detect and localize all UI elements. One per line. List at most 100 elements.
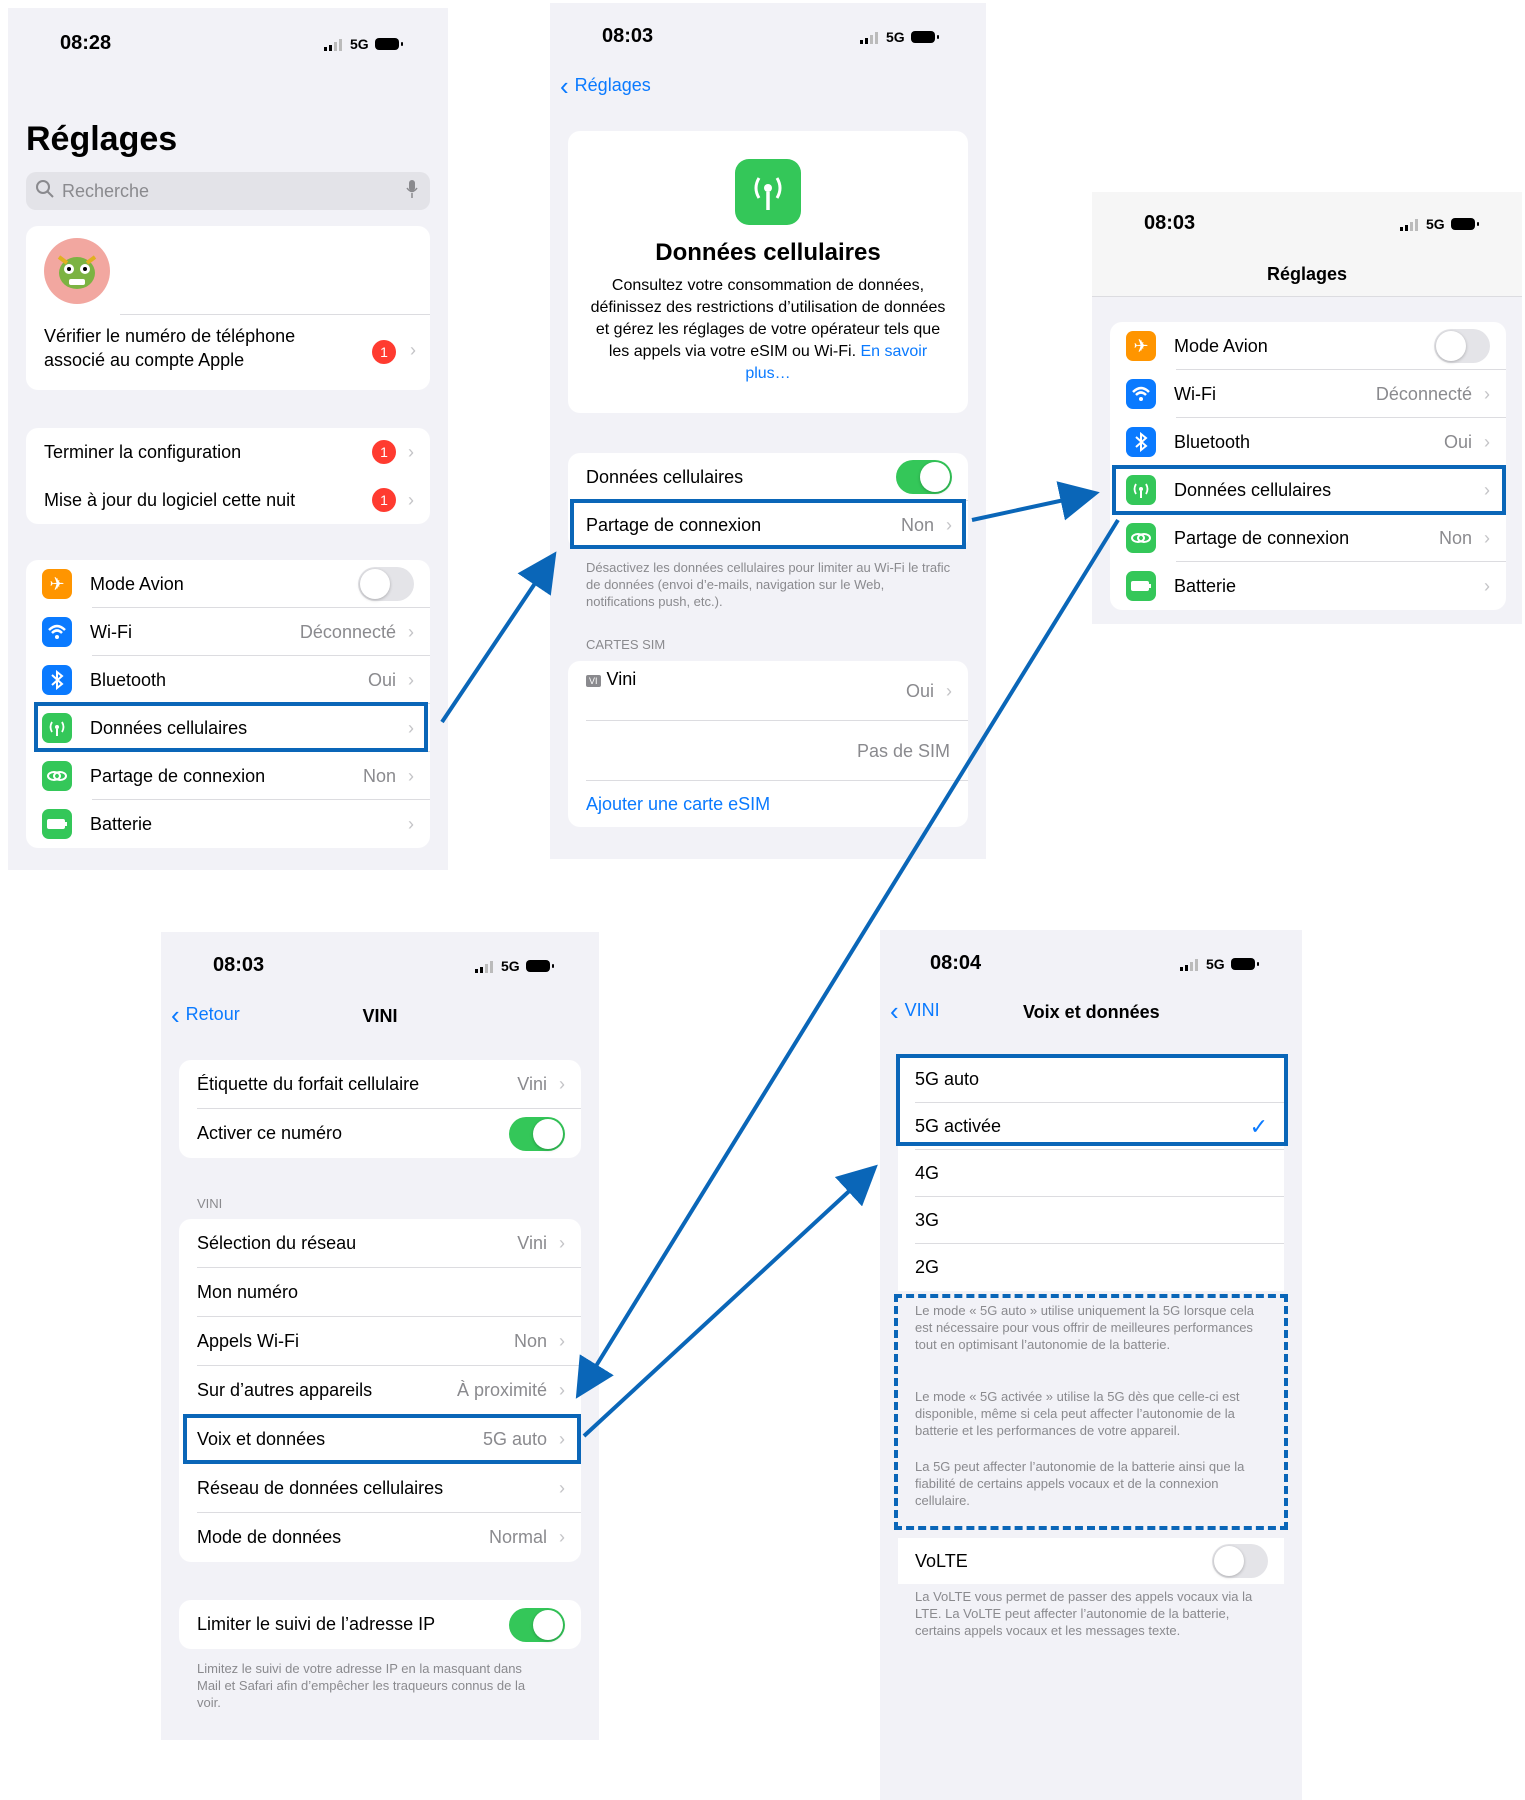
- back-label: Réglages: [574, 75, 651, 95]
- chevron-right-icon: ›: [559, 1478, 565, 1498]
- search-field[interactable]: Recherche: [26, 172, 430, 210]
- page-title: Réglages: [26, 120, 178, 158]
- settings-row-hotspot[interactable]: Partage de connexion Non ›: [26, 752, 430, 800]
- battery-status-icon: [374, 38, 403, 50]
- battery-icon: [42, 809, 72, 839]
- data-mode-row[interactable]: Mode de données Normal ›: [179, 1513, 581, 1562]
- volte-label: VoLTE: [915, 1550, 968, 1571]
- chevron-right-icon: ›: [1484, 527, 1490, 548]
- wifi-icon: [42, 617, 72, 647]
- settings-row-label: Wi-Fi: [1174, 383, 1216, 404]
- add-esim-row[interactable]: Ajouter une carte eSIM: [568, 781, 968, 827]
- update-row[interactable]: Mise à jour du logiciel cette nuit 1 ›: [26, 476, 430, 524]
- battery-status-icon: [910, 31, 939, 43]
- settings-row-battery[interactable]: Batterie ›: [26, 800, 430, 848]
- chevron-right-icon: ›: [408, 441, 414, 462]
- sim-row[interactable]: VI Vini Oui ›: [568, 661, 968, 721]
- other-devices-row[interactable]: Sur d’autres appareils À proximité ›: [179, 1366, 581, 1415]
- avatar: [44, 238, 110, 304]
- activate-toggle[interactable]: [509, 1116, 565, 1151]
- activate-row: Activer ce numéro: [179, 1109, 581, 1158]
- account-notice: Vérifier le numéro de téléphone associé …: [44, 326, 296, 370]
- chevron-right-icon: ›: [408, 621, 414, 642]
- settings-row-value: Oui: [1443, 431, 1472, 452]
- airplane-icon: ✈: [42, 569, 72, 599]
- settings-row-bluetooth[interactable]: Bluetooth Oui ›: [26, 656, 430, 704]
- status-time: 08:03: [213, 954, 265, 976]
- cellular-network-row[interactable]: Réseau de données cellulaires ›: [179, 1464, 581, 1513]
- back-button[interactable]: ‹ Réglages: [560, 73, 651, 99]
- row-label: Sélection du réseau: [197, 1233, 357, 1253]
- ip-card: Limiter le suivi de l’adresse IP: [179, 1600, 581, 1649]
- row-label: Sur d’autres appareils: [197, 1380, 373, 1400]
- plan-label: Étiquette du forfait cellulaire: [197, 1074, 420, 1094]
- volte-card: VoLTE: [898, 1538, 1284, 1584]
- settings-row-airplane[interactable]: ✈ Mode Avion: [1110, 322, 1506, 370]
- option-4g[interactable]: 4G: [898, 1150, 1284, 1197]
- settings-row-hotspot[interactable]: Partage de connexion Non ›: [1110, 514, 1506, 562]
- network-selection-row[interactable]: Sélection du réseau Vini ›: [179, 1219, 581, 1268]
- link-icon: [42, 761, 72, 791]
- signal-icon: [860, 31, 880, 44]
- option-label: 2G: [915, 1257, 940, 1277]
- chevron-right-icon: ›: [408, 765, 414, 786]
- screen-voice-data: 08:04 5G ‹ VINI Voix et données 5G auto …: [880, 930, 1302, 1800]
- cellular-data-toggle[interactable]: [896, 460, 952, 494]
- notification-badge: 1: [372, 488, 396, 512]
- arrow-to-zoom: [971, 481, 1100, 522]
- settings-row-airplane[interactable]: ✈ Mode Avion: [26, 560, 430, 608]
- settings-row-label: Bluetooth: [90, 669, 167, 690]
- settings-row-label: Batterie: [1174, 575, 1237, 596]
- network-label: 5G: [501, 958, 520, 974]
- chevron-right-icon: ›: [559, 1233, 565, 1253]
- wifi-calls-row[interactable]: Appels Wi-Fi Non ›: [179, 1317, 581, 1366]
- highlight-box: [896, 1054, 1288, 1146]
- screen-vini-plan: 08:03 5G ‹ Retour VINI Étiquette du forf…: [161, 932, 599, 1740]
- status-time: 08:04: [930, 952, 982, 974]
- bluetooth-icon: [42, 665, 72, 695]
- battery-status-icon: [1230, 958, 1259, 970]
- microphone-icon[interactable]: [406, 179, 418, 204]
- chevron-right-icon: ›: [408, 669, 414, 690]
- activate-label: Activer ce numéro: [197, 1123, 343, 1143]
- volte-toggle[interactable]: [1212, 1544, 1268, 1578]
- screen-settings-main: 08:28 5G Réglages Recherche Vérifier le …: [8, 8, 448, 870]
- option-2g[interactable]: 2G: [898, 1244, 1284, 1291]
- battery-icon: [1126, 571, 1156, 601]
- settings-row-bluetooth[interactable]: Bluetooth Oui ›: [1110, 418, 1506, 466]
- intro-card: Données cellulaires Consultez votre cons…: [568, 131, 968, 413]
- setup-row[interactable]: Terminer la configuration 1 ›: [26, 428, 430, 476]
- plan-label-row[interactable]: Étiquette du forfait cellulaire Vini ›: [179, 1060, 581, 1109]
- sim-section-header: CARTES SIM: [586, 637, 666, 652]
- back-button[interactable]: ‹ VINI: [890, 998, 940, 1024]
- status-time: 08:03: [602, 25, 654, 47]
- add-esim-link[interactable]: Ajouter une carte eSIM: [586, 794, 770, 815]
- screen-settings-zoom: 08:03 5G Réglages ✈ Mode Avion Wi-Fi Déc…: [1092, 192, 1522, 624]
- network-label: 5G: [350, 36, 369, 52]
- signal-icon: [324, 38, 344, 51]
- settings-row-wifi[interactable]: Wi-Fi Déconnecté ›: [1110, 370, 1506, 418]
- screen-cellular-data: 08:03 5G ‹ Réglages Données cellulaires …: [550, 3, 986, 859]
- signal-icon: [475, 960, 495, 973]
- link-icon: [1126, 523, 1156, 553]
- ip-toggle[interactable]: [509, 1607, 565, 1642]
- airplane-mode-toggle[interactable]: [1434, 329, 1490, 363]
- settings-row-value: Non: [362, 765, 396, 786]
- plan-value: Vini: [517, 1074, 547, 1094]
- option-3g[interactable]: 3G: [898, 1197, 1284, 1244]
- arrow-to-cellular: [440, 551, 557, 724]
- airplane-mode-toggle[interactable]: [358, 567, 414, 601]
- ip-label: Limiter le suivi de l’adresse IP: [197, 1614, 436, 1634]
- settings-row-label: Partage de connexion: [90, 765, 266, 786]
- cellular-data-row: Données cellulaires: [568, 453, 968, 501]
- notification-badge: 1: [372, 440, 396, 464]
- row-value: Vini: [517, 1233, 547, 1253]
- settings-row-battery[interactable]: Batterie ›: [1110, 562, 1506, 610]
- setup-row-label: Terminer la configuration: [44, 441, 242, 462]
- settings-row-wifi[interactable]: Wi-Fi Déconnecté ›: [26, 608, 430, 656]
- setup-card: Terminer la configuration 1 › Mise à jou…: [26, 428, 430, 524]
- my-number-row[interactable]: Mon numéro: [179, 1268, 581, 1317]
- settings-row-label: Wi-Fi: [90, 621, 132, 642]
- account-card[interactable]: Vérifier le numéro de téléphone associé …: [26, 226, 430, 390]
- status-time: 08:28: [60, 32, 112, 54]
